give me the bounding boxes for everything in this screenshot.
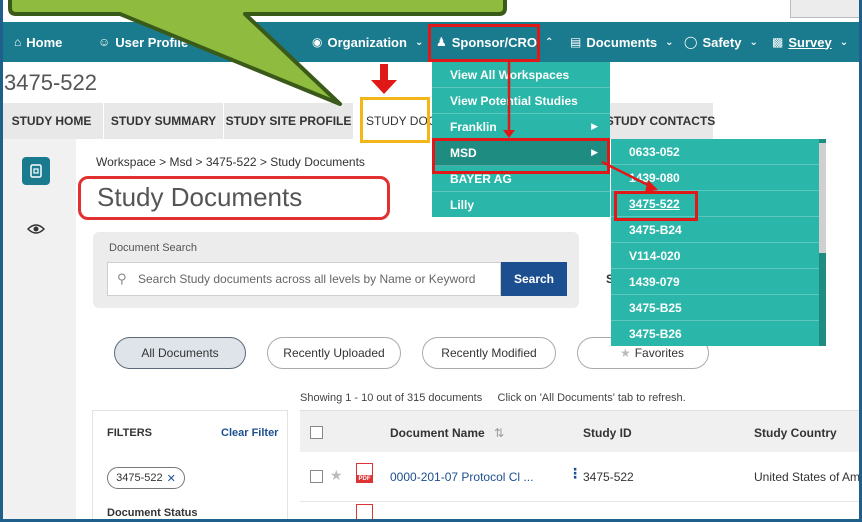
callout-shape (8, 0, 507, 106)
callout-bubble (8, 0, 507, 106)
